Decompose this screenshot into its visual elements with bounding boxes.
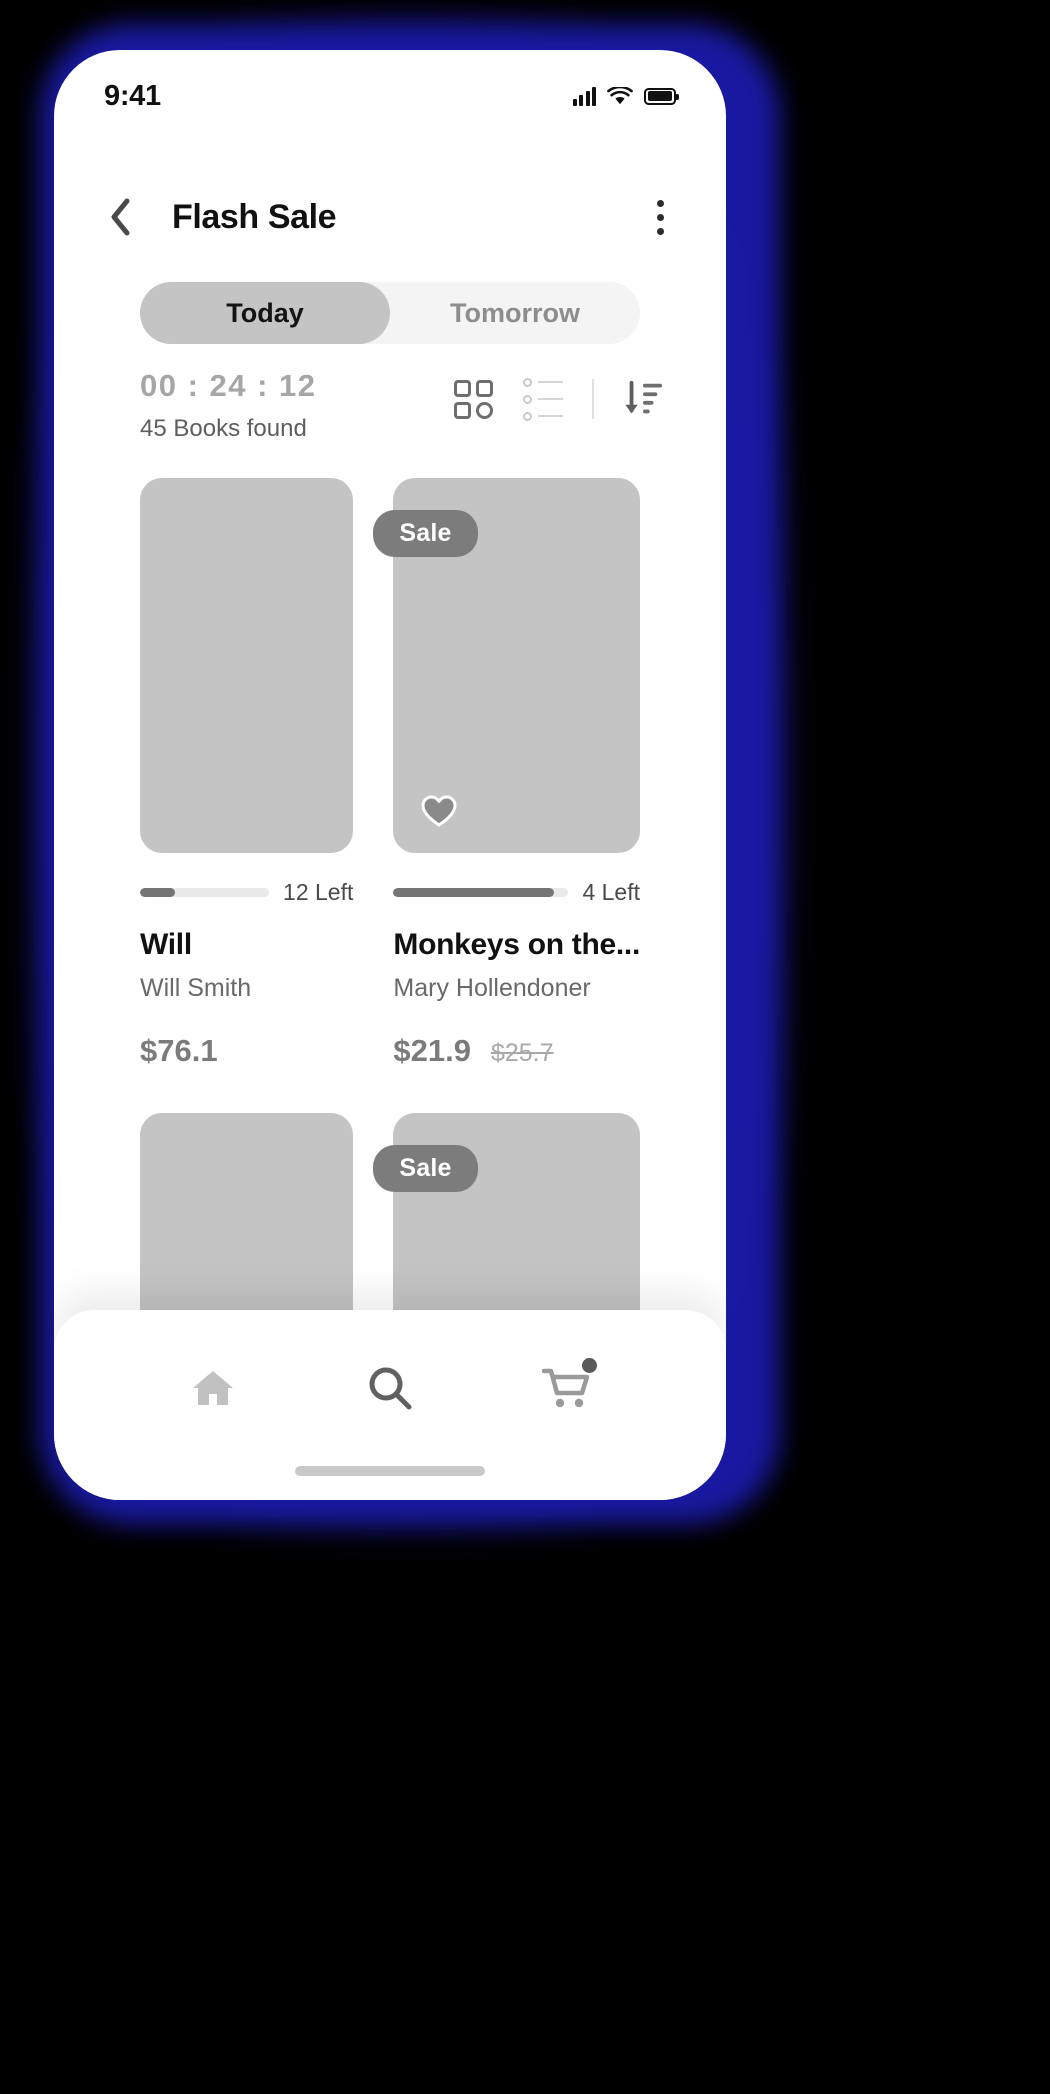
home-indicator: [295, 1466, 485, 1476]
toolbar-divider: [592, 379, 594, 419]
product-title: Will: [140, 928, 192, 961]
heart-icon: [421, 795, 457, 826]
sort-button[interactable]: [622, 378, 664, 420]
results-count: 45 Books found: [140, 415, 307, 442]
day-segmented-control[interactable]: Today Tomorrow: [140, 282, 640, 344]
favorite-button[interactable]: [419, 791, 459, 831]
status-icons: [572, 86, 679, 106]
sale-badge: Sale: [373, 1145, 478, 1192]
search-icon: [369, 1367, 412, 1410]
stock-progress-bar: [393, 888, 569, 897]
product-image-placeholder: [140, 478, 354, 853]
stock-progress-fill: [393, 888, 555, 897]
cart-badge-dot: [582, 1358, 598, 1373]
list-view-icon: [523, 377, 563, 421]
tab-tomorrow[interactable]: Tomorrow: [390, 282, 640, 344]
view-tools: [452, 377, 664, 421]
battery-icon: [644, 87, 679, 105]
grid-view-button[interactable]: [452, 378, 494, 420]
product-card[interactable]: Sale 4 Left Monkeys on the... Mary Holle…: [373, 478, 640, 1069]
product-image-placeholder: Sale: [373, 478, 640, 853]
product-author: Mary Hollendoner: [393, 974, 591, 1002]
sort-descending-icon: [625, 380, 663, 414]
more-vertical-icon: [656, 199, 664, 235]
list-view-button[interactable]: [522, 377, 564, 421]
product-old-price: $25.7: [490, 1039, 554, 1067]
screenshot-stage: 9:41 Flash Sale Today Tomorrow 00: 24:…: [0, 0, 1050, 2094]
stock-left-label: 12 Left: [283, 879, 354, 905]
stock-progress-bar: [140, 888, 270, 897]
status-time: 9:41: [104, 79, 161, 112]
cellular-signal-icon: [572, 86, 596, 106]
app-bar: Flash Sale: [54, 180, 726, 254]
nav-cart-button[interactable]: [531, 1352, 603, 1424]
status-bar: 9:41: [54, 50, 726, 142]
grid-view-icon: [453, 379, 493, 419]
bottom-navigation-bar: [54, 1310, 726, 1424]
wifi-icon: [607, 86, 633, 104]
tab-today[interactable]: Today: [140, 282, 390, 344]
price-row: $76.1: [140, 1033, 353, 1069]
more-options-button[interactable]: [638, 192, 682, 242]
countdown-block: 00 : 24 : 12 45 Books found: [140, 368, 317, 443]
bottom-navigation-sheet: [54, 1310, 726, 1500]
product-price: $76.1: [140, 1033, 218, 1068]
product-card[interactable]: 12 Left Will Will Smith $76.1: [140, 478, 354, 1069]
nav-search-button[interactable]: [354, 1352, 426, 1424]
timer-toolbar-row: 00 : 24 : 12 45 Books found: [140, 368, 664, 443]
sale-badge: Sale: [373, 510, 478, 557]
stock-progress-fill: [140, 888, 175, 897]
home-icon: [192, 1371, 233, 1405]
product-price: $21.9: [393, 1033, 471, 1068]
page-title: Flash Sale: [172, 197, 337, 236]
product-author: Will Smith: [140, 974, 252, 1002]
nav-home-button[interactable]: [177, 1352, 249, 1424]
back-button[interactable]: [98, 195, 142, 239]
stock-left-label: 4 Left: [582, 879, 640, 905]
phone-screen: 9:41 Flash Sale Today Tomorrow 00: 24:…: [54, 50, 726, 1500]
countdown-timer: 00 : 24 : 12: [140, 368, 317, 403]
product-title: Monkeys on the...: [393, 928, 640, 961]
stock-row: 4 Left: [393, 879, 640, 906]
price-row: $21.9 $25.7: [393, 1033, 640, 1069]
stock-row: 12 Left: [140, 879, 353, 906]
chevron-left-icon: [111, 198, 130, 236]
